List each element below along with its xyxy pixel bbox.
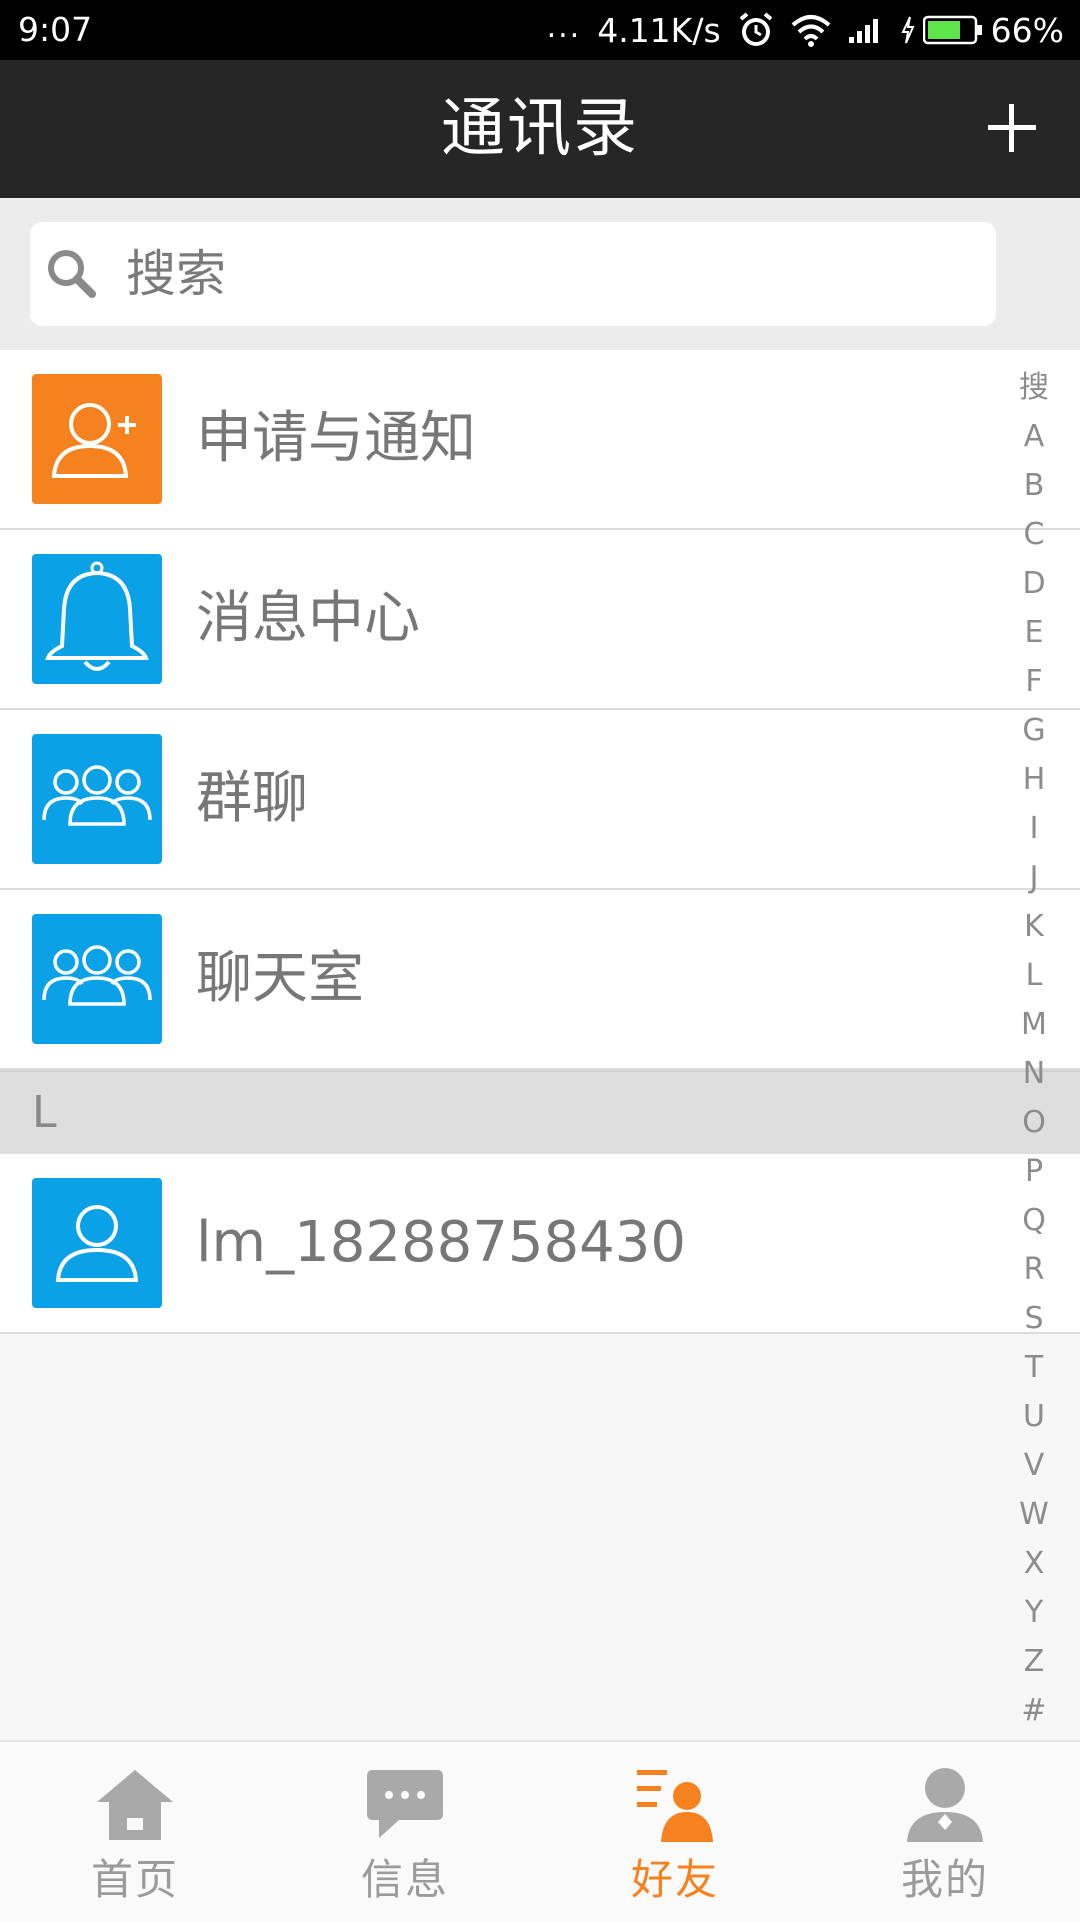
section-header: L xyxy=(0,1070,1080,1154)
search-area xyxy=(0,198,1080,350)
status-dots: ... xyxy=(546,9,582,45)
search-input[interactable] xyxy=(116,222,996,326)
tab-label: 我的 xyxy=(900,1855,989,1904)
battery-percent: 66% xyxy=(990,10,1064,50)
alphabet-letter[interactable]: H xyxy=(1006,755,1062,804)
alphabet-letter[interactable]: J xyxy=(1006,853,1062,902)
tab-label: 信息 xyxy=(360,1855,449,1904)
alphabet-letter[interactable]: 搜 xyxy=(1006,363,1062,412)
charging-icon xyxy=(901,16,915,44)
tab-messages[interactable]: 信息 xyxy=(270,1742,540,1922)
list-item-label: 申请与通知 xyxy=(196,406,476,471)
avatar xyxy=(32,1178,162,1308)
bell-icon xyxy=(45,561,149,671)
list-item-message-center[interactable]: 消息中心 xyxy=(0,530,1080,710)
add-user-icon xyxy=(51,403,136,478)
group-icon xyxy=(42,765,152,826)
section-letter: L xyxy=(32,1087,57,1138)
profile-icon xyxy=(907,1768,983,1842)
contact-name: lm_18288758430 xyxy=(196,1210,687,1275)
alphabet-letter[interactable]: L xyxy=(1006,951,1062,1000)
alphabet-letter[interactable]: A xyxy=(1006,412,1062,461)
avatar xyxy=(32,374,162,504)
alphabet-letter[interactable]: W xyxy=(1006,1490,1062,1539)
alphabet-letter[interactable]: C xyxy=(1006,510,1062,559)
alphabet-letter[interactable]: R xyxy=(1006,1245,1062,1294)
alphabet-letter[interactable]: Z xyxy=(1006,1637,1062,1686)
alphabet-letter[interactable]: F xyxy=(1006,657,1062,706)
avatar xyxy=(32,554,162,684)
alphabet-letter[interactable]: O xyxy=(1006,1098,1062,1147)
add-button[interactable] xyxy=(984,100,1040,156)
alphabet-letter[interactable]: S xyxy=(1006,1294,1062,1343)
alphabet-letter[interactable]: I xyxy=(1006,804,1062,853)
message-icon xyxy=(367,1770,443,1838)
avatar xyxy=(32,914,162,1044)
network-speed: 4.11K/s xyxy=(597,10,721,50)
battery-icon xyxy=(922,15,982,45)
alphabet-letter[interactable]: M xyxy=(1006,1000,1062,1049)
list-item-group-chat[interactable]: 群聊 xyxy=(0,710,1080,890)
contact-list: 申请与通知 消息中心 群聊 聊天室 L lm_18288758430 xyxy=(0,350,1080,1334)
alphabet-letter[interactable]: E xyxy=(1006,608,1062,657)
tab-label: 好友 xyxy=(630,1855,719,1904)
tab-home[interactable]: 首页 xyxy=(0,1742,270,1922)
alphabet-letter[interactable]: D xyxy=(1006,559,1062,608)
list-item-label: 聊天室 xyxy=(196,946,364,1011)
list-item-label: 消息中心 xyxy=(196,586,420,651)
list-item-chat-room[interactable]: 聊天室 xyxy=(0,890,1080,1070)
tab-label: 首页 xyxy=(90,1855,179,1904)
battery: 66% xyxy=(901,11,1064,50)
alphabet-letter[interactable]: T xyxy=(1006,1343,1062,1392)
tab-friends[interactable]: 好友 xyxy=(540,1742,810,1922)
bottom-nav: 首页 信息 好友 我的 xyxy=(0,1740,1080,1922)
alphabet-letter[interactable]: X xyxy=(1006,1539,1062,1588)
signal-icon xyxy=(848,19,878,43)
friends-icon xyxy=(637,1770,713,1842)
status-bar: 9:07 ... 4.11K/s 66% xyxy=(0,0,1080,60)
alphabet-index[interactable]: 搜 A B C D E F G H I J K L M N O P Q R S T U V W X Y Z # xyxy=(1006,363,1062,1735)
alphabet-letter[interactable]: # xyxy=(1006,1686,1062,1735)
page-title: 通讯录 xyxy=(441,92,639,166)
search-icon xyxy=(48,250,96,298)
alphabet-letter[interactable]: G xyxy=(1006,706,1062,755)
alphabet-letter[interactable]: B xyxy=(1006,461,1062,510)
wifi-icon xyxy=(791,15,830,47)
alphabet-letter[interactable]: U xyxy=(1006,1392,1062,1441)
home-icon xyxy=(97,1770,173,1840)
alphabet-letter[interactable]: V xyxy=(1006,1441,1062,1490)
app-header: 通讯录 xyxy=(0,60,1080,198)
list-item-label: 群聊 xyxy=(196,766,308,831)
search-box[interactable] xyxy=(30,222,996,326)
alphabet-letter[interactable]: Y xyxy=(1006,1588,1062,1637)
list-item-requests[interactable]: 申请与通知 xyxy=(0,350,1080,530)
alphabet-letter[interactable]: P xyxy=(1006,1147,1062,1196)
alphabet-letter[interactable]: N xyxy=(1006,1049,1062,1098)
user-icon xyxy=(55,1205,139,1282)
status-time: 9:07 xyxy=(18,10,93,49)
list-item-contact[interactable]: lm_18288758430 xyxy=(0,1154,1080,1334)
plus-icon xyxy=(988,104,1036,152)
avatar xyxy=(32,734,162,864)
alarm-icon xyxy=(739,12,772,46)
status-indicators: ... 4.11K/s 66% xyxy=(547,0,1064,60)
tab-profile[interactable]: 我的 xyxy=(810,1742,1080,1922)
group-icon xyxy=(42,945,152,1006)
alphabet-letter[interactable]: K xyxy=(1006,902,1062,951)
alphabet-letter[interactable]: Q xyxy=(1006,1196,1062,1245)
